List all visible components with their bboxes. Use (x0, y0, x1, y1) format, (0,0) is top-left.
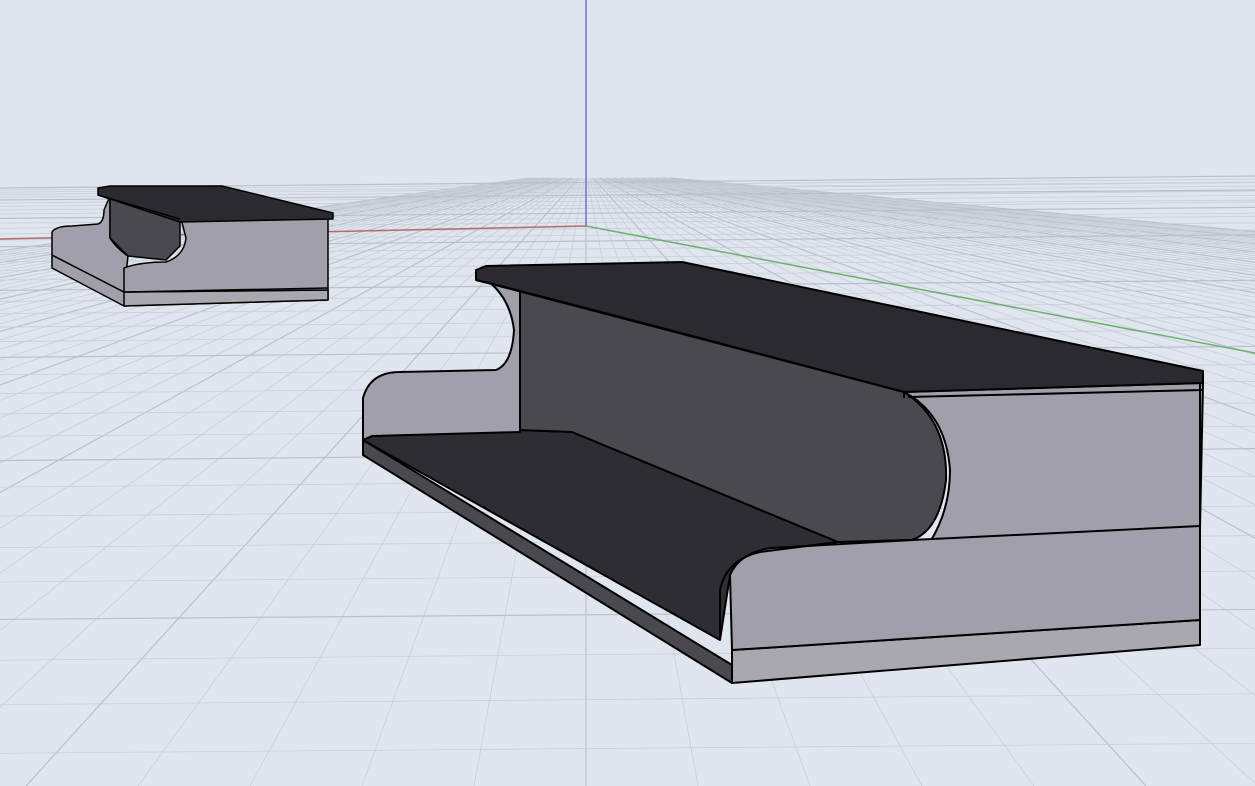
viewport-canvas[interactable] (0, 0, 1255, 786)
3d-viewport[interactable] (0, 0, 1255, 786)
large-bracket-right-upper-side (903, 382, 1204, 543)
